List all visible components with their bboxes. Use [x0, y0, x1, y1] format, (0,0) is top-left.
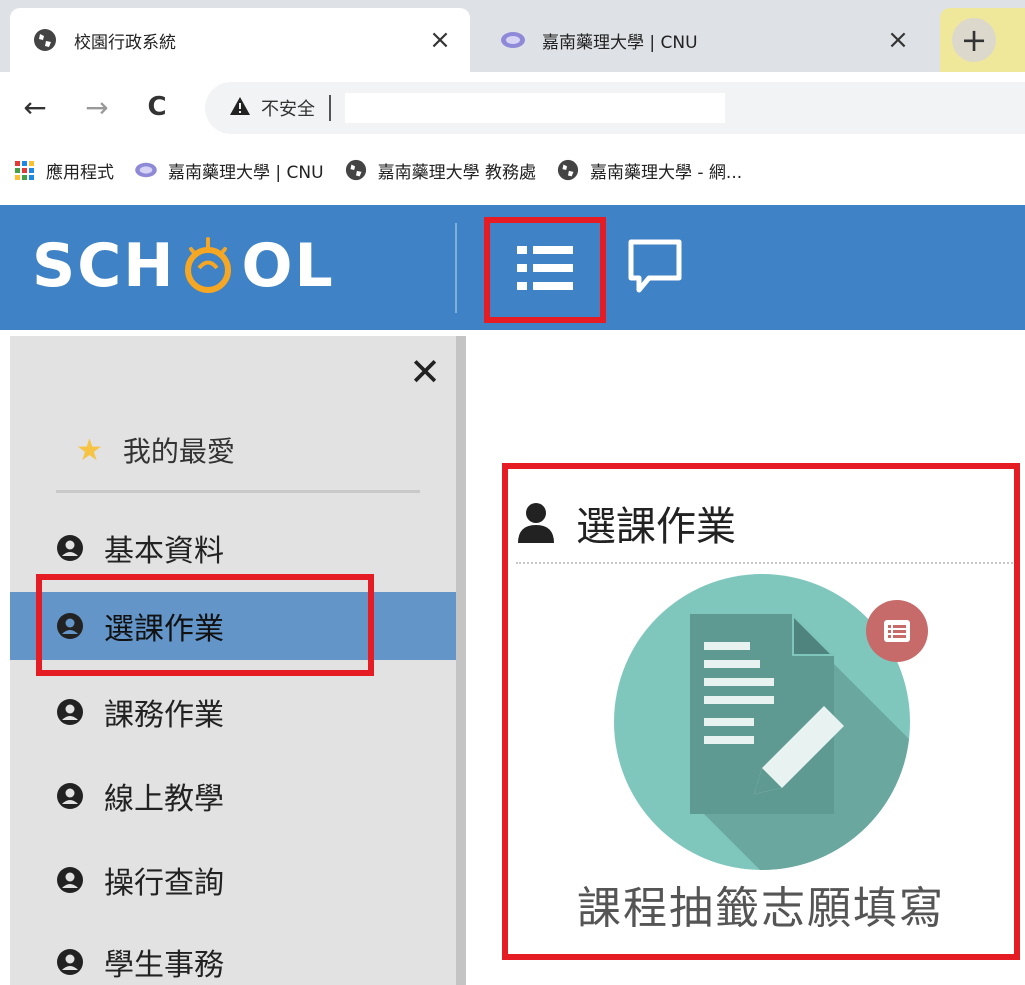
browser-tab-active[interactable]: 校園行政系統 × — [10, 8, 470, 72]
cnu-logo-icon — [134, 158, 158, 182]
forward-arrow-icon[interactable]: → — [80, 90, 114, 124]
menu-toggle-button[interactable] — [484, 217, 606, 323]
new-tab-area: + — [940, 8, 1025, 72]
bookmark-cnu[interactable]: 嘉南藥理大學 | CNU — [134, 158, 324, 183]
reload-icon[interactable]: C — [140, 90, 174, 124]
sidebar-item-student-affairs[interactable]: 學生事務 — [10, 928, 456, 985]
sidebar-item-online-teaching[interactable]: 線上教學 — [10, 762, 456, 830]
favorites-item[interactable]: ★ 我的最愛 — [76, 430, 235, 470]
tab-title: 嘉南藥理大學 | CNU — [542, 32, 698, 53]
sidebar: ✕ ★ 我的最愛 基本資料 選課作業 課務作業 線上教學 操行查詢 學生事務 — [10, 336, 456, 985]
browser-tab-inactive[interactable]: 嘉南藥理大學 | CNU × — [478, 8, 928, 72]
tab-close-icon[interactable]: × — [880, 22, 916, 58]
url-redacted[interactable] — [345, 93, 725, 123]
sidebar-item-conduct-query[interactable]: 操行查詢 — [10, 846, 456, 914]
bookmark-label: 嘉南藥理大學 教務處 — [377, 162, 536, 183]
sidebar-item-label: 學生事務 — [104, 948, 224, 983]
back-arrow-icon[interactable]: ← — [18, 90, 52, 124]
apps-grid-icon — [12, 158, 36, 182]
address-bar-row: ← → C 不安全 — [0, 72, 1025, 142]
bookmark-network[interactable]: 嘉南藥理大學 - 網... — [556, 158, 742, 183]
bookmark-academic-affairs[interactable]: 嘉南藥理大學 教務處 — [344, 158, 536, 183]
user-circle-icon — [57, 783, 83, 809]
sidebar-scrollbar[interactable] — [456, 336, 466, 985]
user-circle-icon — [57, 699, 83, 725]
bookmark-apps[interactable]: 應用程式 — [12, 158, 114, 183]
browser-tab-strip: 校園行政系統 × 嘉南藥理大學 | CNU × + — [0, 0, 1025, 72]
sidebar-divider — [56, 490, 420, 493]
bookmark-label: 應用程式 — [46, 162, 114, 183]
list-icon — [515, 242, 575, 298]
sidebar-item-label: 課務作業 — [104, 698, 224, 733]
globe-icon — [344, 158, 368, 182]
globe-icon — [556, 158, 580, 182]
sidebar-item-label: 操行查詢 — [104, 866, 224, 901]
bookmarks-bar: 應用程式 嘉南藥理大學 | CNU 嘉南藥理大學 教務處 嘉南藥理大學 - 網.… — [0, 142, 1025, 198]
app-header: SCH OL — [0, 205, 1025, 330]
sidebar-item-label: 線上教學 — [104, 782, 224, 817]
sidebar-item-course-affairs[interactable]: 課務作業 — [10, 678, 456, 746]
chat-button[interactable] — [620, 233, 690, 303]
warning-icon[interactable] — [229, 96, 251, 121]
security-label[interactable]: 不安全 — [261, 95, 315, 121]
sidebar-item-basic-info[interactable]: 基本資料 — [10, 514, 456, 582]
highlight-box — [502, 463, 1020, 960]
highlight-box — [36, 574, 374, 676]
globe-icon — [32, 27, 58, 53]
tab-close-icon[interactable]: × — [422, 22, 458, 58]
sidebar-item-label: 基本資料 — [104, 534, 224, 569]
favorites-label: 我的最愛 — [122, 435, 235, 468]
cnu-logo-icon — [500, 27, 526, 53]
logo-text: OL — [241, 231, 335, 301]
close-icon[interactable]: ✕ — [405, 350, 445, 394]
bookmark-label: 嘉南藥理大學 - 網... — [589, 162, 743, 183]
tab-title: 校園行政系統 — [74, 32, 176, 53]
address-separator — [329, 95, 331, 121]
star-icon: ★ — [76, 432, 103, 468]
user-circle-icon — [57, 867, 83, 893]
user-circle-icon — [57, 949, 83, 975]
logo-text: SCH — [32, 231, 176, 301]
user-circle-icon — [57, 535, 83, 561]
sun-logo-icon — [177, 235, 239, 297]
omnibox[interactable]: 不安全 — [205, 82, 1025, 134]
chat-bubble-icon — [625, 236, 685, 300]
header-divider — [455, 223, 457, 313]
school-logo[interactable]: SCH OL — [32, 231, 335, 301]
bookmark-label: 嘉南藥理大學 | CNU — [168, 162, 324, 183]
new-tab-button[interactable]: + — [952, 18, 996, 62]
